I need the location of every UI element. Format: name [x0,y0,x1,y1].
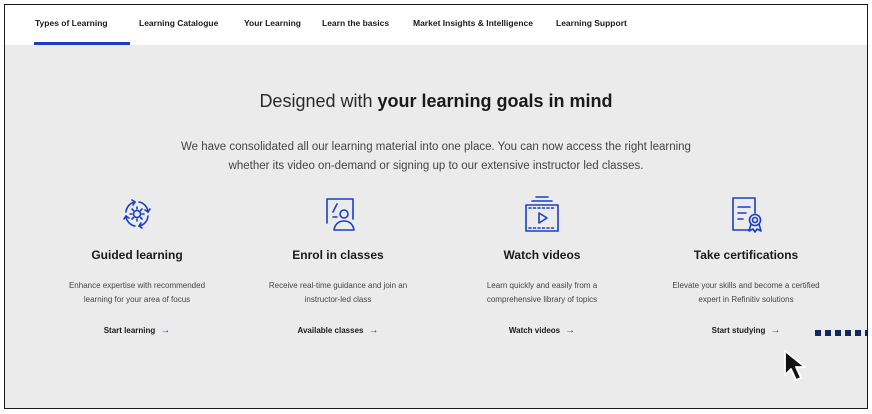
certificate-icon [732,197,762,233]
card-description-line: Enhance expertise with recommended [68,281,206,290]
card-description-line: instructor-led class [304,295,372,304]
dotted-pointer-line [815,330,867,336]
link-label: Start studying [711,326,766,335]
headline-emphasis: your learning goals in mind [377,91,613,111]
active-tab-indicator [34,42,130,45]
card-guided-learning: Guided learning Enhance expertise with r… [37,193,237,336]
nav-tab-types-of-learning[interactable]: Types of Learning [35,18,108,28]
card-description-line: learning for your area of focus [83,295,191,304]
link-label: Watch videos [508,326,561,335]
nav-tab-your-learning[interactable]: Your Learning [244,18,301,28]
page-headline: Designed with your learning goals in min… [5,91,867,112]
card-description: Enhance expertise with recommended learn… [37,279,237,307]
card-description-line: expert in Refinitiv solutions [698,295,794,304]
card-description: Receive real-time guidance and join an i… [238,279,438,307]
link-label: Available classes [297,326,364,335]
card-title: Guided learning [91,248,183,262]
mouse-cursor-icon [784,350,806,381]
arrow-right-icon: → [160,325,171,336]
card-enrol-in-classes: Enrol in classes Receive real-time guida… [238,193,438,336]
card-description-line: Elevate your skills and become a certifi… [672,281,820,290]
card-title: Take certifications [693,248,799,262]
card-description: Learn quickly and easily from a comprehe… [442,279,642,307]
arrow-right-icon: → [565,325,576,336]
headline-prefix: Designed with [259,91,378,111]
page-frame: Types of Learning Learning Catalogue You… [4,4,868,409]
link-label: Start learning [103,326,156,335]
intro-paragraph: We have consolidated all our learning ma… [5,138,867,176]
video-icon [525,196,559,232]
top-navigation: Types of Learning Learning Catalogue You… [5,5,867,45]
nav-tab-learning-support[interactable]: Learning Support [556,18,627,28]
card-description-line: Learn quickly and easily from a [486,281,598,290]
arrow-right-icon: → [770,325,781,336]
intro-line-1: We have consolidated all our learning ma… [181,141,691,153]
card-title: Enrol in classes [292,248,384,262]
card-description-line: comprehensive library of topics [486,295,598,304]
card-description-line: Receive real-time guidance and join an [268,281,408,290]
guided-learning-icon [123,199,151,229]
nav-tab-market-insights[interactable]: Market Insights & Intelligence [413,18,533,28]
available-classes-link[interactable]: Available classes → [238,325,438,336]
card-take-certifications: Take certifications Elevate your skills … [646,193,846,336]
nav-tab-learn-the-basics[interactable]: Learn the basics [322,18,389,28]
watch-videos-link[interactable]: Watch videos → [442,325,642,336]
enrol-classes-icon [326,198,355,231]
start-learning-link[interactable]: Start learning → [37,325,237,336]
card-watch-videos: Watch videos Learn quickly and easily fr… [442,193,642,336]
intro-line-2: whether its video on-demand or signing u… [228,160,644,172]
card-title: Watch videos [503,248,581,262]
arrow-right-icon: → [368,325,379,336]
card-description: Elevate your skills and become a certifi… [646,279,846,307]
nav-tab-learning-catalogue[interactable]: Learning Catalogue [139,18,218,28]
